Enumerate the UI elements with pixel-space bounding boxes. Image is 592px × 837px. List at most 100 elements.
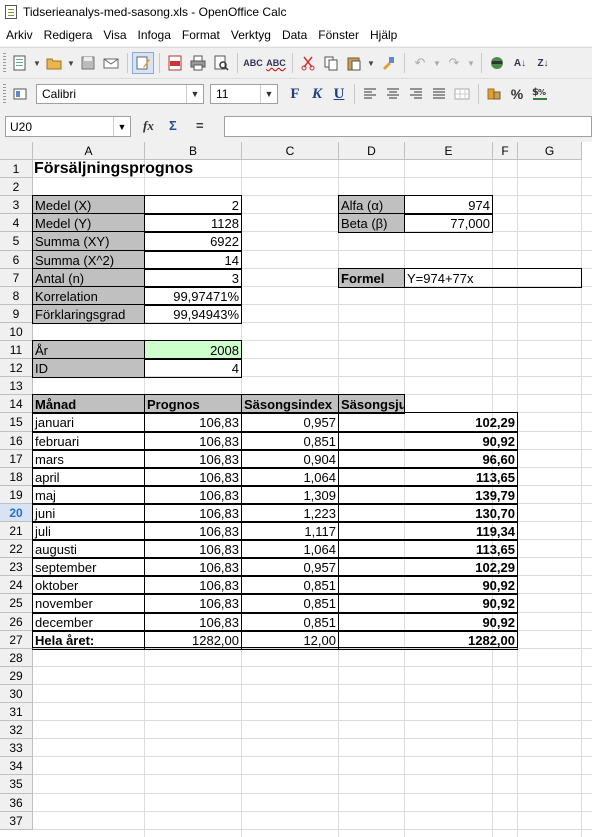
row-header-32[interactable]: 32 [0, 721, 33, 739]
number-format-icon[interactable]: $% [529, 83, 551, 105]
menu-hjalp[interactable]: Hjälp [364, 28, 402, 42]
row-header-16[interactable]: 16 [0, 432, 33, 450]
font-size-combo[interactable]: 11 ▼ [210, 84, 278, 104]
index-cell[interactable]: 1,309 [241, 485, 339, 505]
row-header-1[interactable]: 1 [0, 160, 33, 178]
toolbar-grip[interactable] [3, 84, 6, 104]
menu-redigera[interactable]: Redigera [38, 28, 98, 42]
formula-input[interactable] [224, 116, 592, 137]
index-cell[interactable]: 0,851 [241, 575, 339, 595]
adjusted-cell[interactable]: 113,65 [338, 539, 518, 559]
row-header-17[interactable]: 17 [0, 450, 33, 468]
copy-icon[interactable] [320, 52, 342, 74]
row-header-21[interactable]: 21 [0, 522, 33, 540]
forecast-cell[interactable]: 106,83 [144, 612, 242, 632]
adjusted-cell[interactable]: 90,92 [338, 593, 518, 614]
stat-label[interactable]: Antal (n) [32, 268, 145, 288]
stat-label[interactable]: Summa (X^2) [32, 250, 145, 270]
edit-mode-icon[interactable] [132, 52, 154, 74]
month-cell[interactable]: april [32, 467, 145, 487]
print-preview-icon[interactable] [210, 52, 232, 74]
id-label[interactable]: ID [32, 358, 145, 378]
stat-value[interactable]: 14 [144, 250, 242, 270]
forecast-cell[interactable]: 106,83 [144, 485, 242, 505]
index-cell[interactable]: 0,851 [241, 593, 339, 614]
align-right-icon[interactable] [405, 83, 427, 105]
table-header-month[interactable]: Månad [32, 394, 145, 414]
row-header-28[interactable]: 28 [0, 649, 33, 667]
open-dropdown-icon[interactable]: ▼ [66, 52, 76, 74]
row-header-11[interactable]: 11 [0, 341, 33, 359]
stat-label[interactable]: Summa (XY) [32, 231, 145, 252]
function-wizard-button[interactable]: fx [143, 118, 154, 134]
month-cell[interactable]: december [32, 612, 145, 632]
adjusted-cell[interactable]: 102,29 [338, 557, 518, 577]
adjusted-cell[interactable]: 119,34 [338, 521, 518, 541]
toolbar-grip[interactable] [3, 53, 6, 73]
adjusted-cell[interactable]: 130,70 [338, 503, 518, 523]
autospellcheck-icon[interactable]: ABC [265, 52, 287, 74]
undo-icon[interactable]: ↶ [409, 52, 431, 74]
row-header-29[interactable]: 29 [0, 667, 33, 685]
export-pdf-icon[interactable] [164, 52, 186, 74]
row-header-19[interactable]: 19 [0, 486, 33, 504]
currency-format-icon[interactable] [483, 83, 505, 105]
underline-button[interactable]: U [328, 83, 350, 105]
spreadsheet-grid[interactable]: A B C D E F G 1 2 3 4 5 6 7 8 9 10 11 12 13 14 15 16 17 18 19 20 21… [0, 142, 592, 837]
adjusted-cell[interactable]: 90,92 [338, 431, 518, 451]
print-icon[interactable] [187, 52, 209, 74]
id-value[interactable]: 4 [144, 358, 242, 378]
total-index[interactable]: 12,00 [241, 630, 339, 650]
column-header-f[interactable]: F [493, 142, 518, 160]
function-button[interactable]: = [196, 118, 204, 133]
row-header-22[interactable]: 22 [0, 540, 33, 558]
index-cell[interactable]: 0,851 [241, 431, 339, 451]
adjusted-cell[interactable]: 96,60 [338, 449, 518, 469]
sheet-title[interactable]: Försäljningsprognos [32, 159, 339, 179]
row-header-27[interactable]: 27 [0, 631, 33, 649]
index-cell[interactable]: 0,957 [241, 557, 339, 577]
row-header-3[interactable]: 3 [0, 196, 33, 214]
sum-button[interactable]: Σ [169, 118, 177, 133]
menu-arkiv[interactable]: Arkiv [0, 28, 38, 42]
month-cell[interactable]: maj [32, 485, 145, 505]
forecast-cell[interactable]: 106,83 [144, 593, 242, 614]
row-header-14[interactable]: 14 [0, 395, 33, 413]
open-folder-icon[interactable] [43, 52, 65, 74]
row-header-30[interactable]: 30 [0, 685, 33, 703]
row-header-6[interactable]: 6 [0, 251, 33, 269]
italic-button[interactable]: K [306, 83, 328, 105]
stat-value[interactable]: 3 [144, 268, 242, 288]
clone-formatting-icon[interactable] [377, 52, 399, 74]
column-header-a[interactable]: A [33, 142, 145, 160]
row-header-13[interactable]: 13 [0, 377, 33, 395]
menu-infoga[interactable]: Infoga [132, 28, 176, 42]
chevron-down-icon[interactable]: ▼ [186, 85, 203, 103]
redo-dropdown-icon[interactable]: ▼ [466, 52, 476, 74]
merge-cells-icon[interactable] [451, 83, 473, 105]
index-cell[interactable]: 1,117 [241, 521, 339, 541]
menu-data[interactable]: Data [276, 28, 312, 42]
forecast-cell[interactable]: 106,83 [144, 412, 242, 433]
param-value[interactable]: 974 [404, 195, 493, 215]
param-value[interactable]: 77,000 [404, 213, 493, 233]
column-header-d[interactable]: D [339, 142, 405, 160]
forecast-cell[interactable]: 106,83 [144, 467, 242, 487]
spellcheck-icon[interactable]: ABC [242, 52, 264, 74]
forecast-cell[interactable]: 106,83 [144, 575, 242, 595]
row-header-20[interactable]: 20 [0, 504, 33, 522]
formula-value[interactable]: Y=974+77x [404, 268, 582, 288]
table-header-adjusted[interactable]: Säsongsjusterad prognos [338, 394, 405, 414]
adjusted-cell[interactable]: 90,92 [338, 575, 518, 595]
menu-visa[interactable]: Visa [97, 28, 131, 42]
month-cell[interactable]: juli [32, 521, 145, 541]
column-header-g[interactable]: G [518, 142, 582, 160]
month-cell[interactable]: januari [32, 412, 145, 433]
stat-label[interactable]: Medel (X) [32, 195, 145, 215]
stat-value[interactable]: 2 [144, 195, 242, 215]
row-header-5[interactable]: 5 [0, 232, 33, 251]
row-header-25[interactable]: 25 [0, 594, 33, 613]
index-cell[interactable]: 1,064 [241, 539, 339, 559]
row-header-12[interactable]: 12 [0, 359, 33, 377]
save-icon[interactable] [77, 52, 99, 74]
